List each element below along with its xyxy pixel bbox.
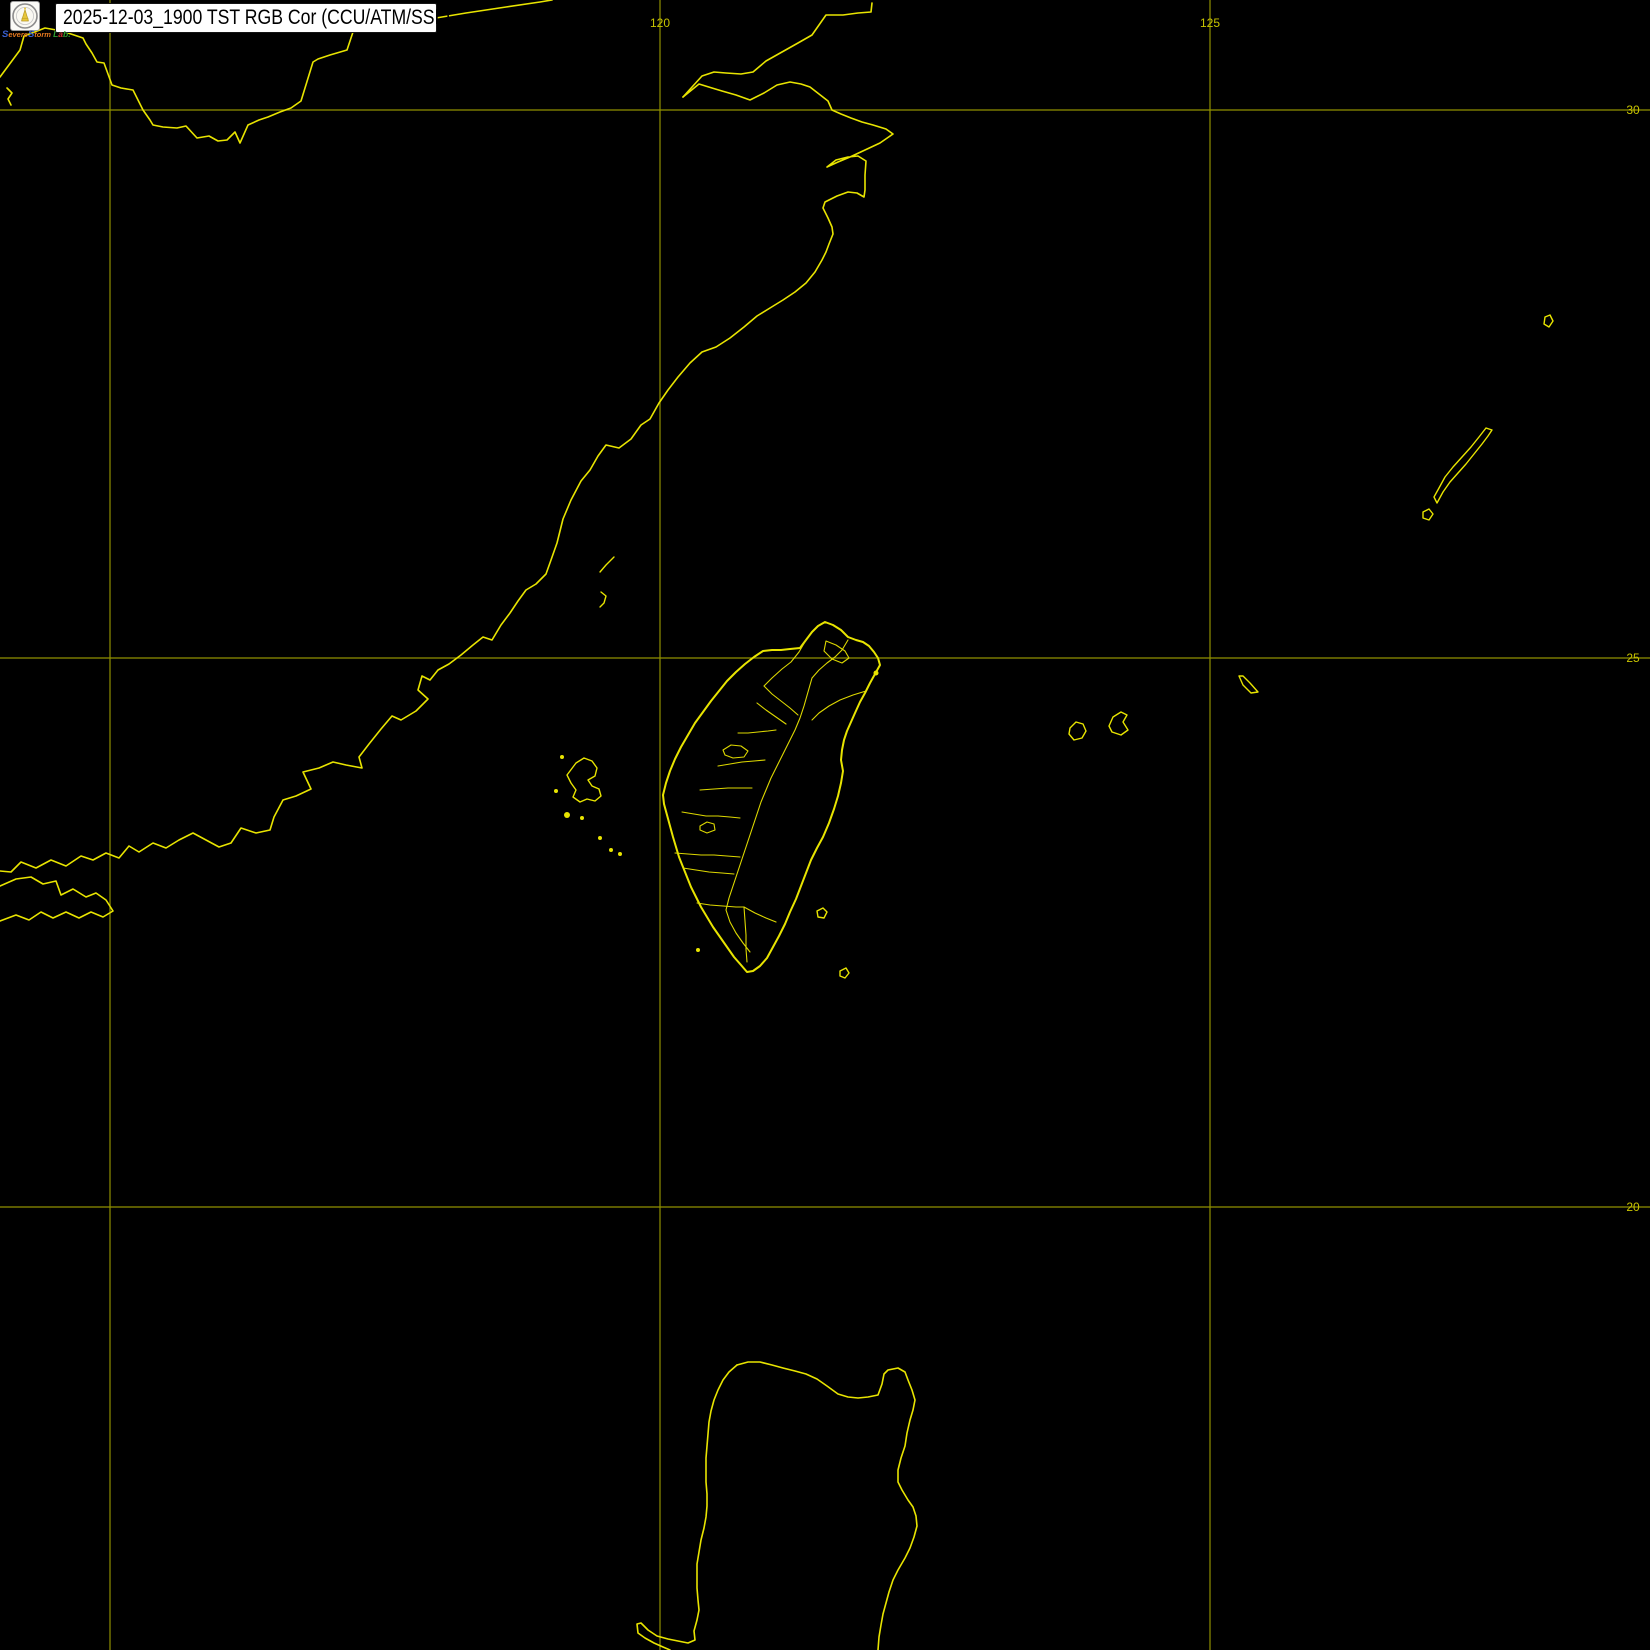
penghu-islet	[560, 755, 564, 759]
timestamp-title: 2025-12-03_1900 TST RGB Cor (CCU/ATM/SSL…	[63, 6, 451, 29]
penghu-islet	[580, 816, 584, 820]
satellite-map: 115120125302520	[0, 0, 1650, 1650]
logo-word: torm	[34, 30, 51, 39]
penghu-islet	[618, 852, 622, 856]
penghu-islet	[554, 789, 558, 793]
logo-word: b.	[63, 29, 71, 39]
lab-logo: SevereStorm Lab.	[0, 0, 71, 42]
satellite-product-screen: { "header": { "title": "2025-12-03_1900 …	[0, 0, 1650, 1650]
penghu-islet	[564, 812, 570, 818]
lon-label-125: 125	[1200, 16, 1220, 30]
university-seal	[10, 1, 40, 31]
xiaoliuqiu-island	[696, 948, 700, 952]
lat-label-30: 30	[1626, 103, 1640, 117]
penghu-islet	[598, 836, 602, 840]
lat-label-20: 20	[1626, 1200, 1640, 1214]
penghu-islet	[609, 848, 613, 852]
map-background	[0, 0, 1650, 1650]
guishan-island	[873, 670, 879, 676]
logo-word: evere	[8, 30, 28, 39]
lat-label-25: 25	[1626, 651, 1640, 665]
timestamp-title-bar: 2025-12-03_1900 TST RGB Cor (CCU/ATM/SSL…	[55, 3, 450, 33]
seal-emblem-icon	[12, 3, 38, 29]
lon-label-120: 120	[650, 16, 670, 30]
lab-logo-text: SevereStorm Lab.	[2, 29, 71, 41]
